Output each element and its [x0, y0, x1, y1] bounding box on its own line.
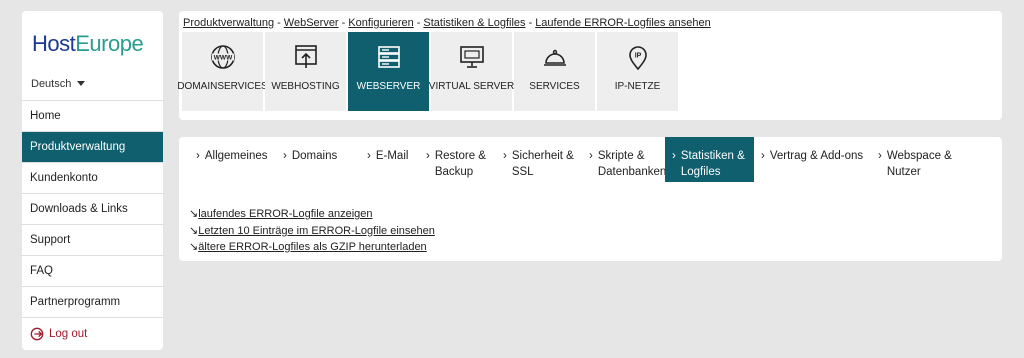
tile-virtual-server[interactable]: VIRTUAL SERVER: [428, 32, 515, 111]
tab-restore-backup[interactable]: › Restore & Backup: [419, 137, 496, 182]
chevron-right-icon: ›: [367, 150, 371, 162]
tile-label: WEBHOSTING: [271, 81, 340, 92]
tile-label: WEBSERVER: [356, 81, 421, 92]
tab-allgemeines[interactable]: › Allgemeines: [189, 137, 276, 182]
tab-label: Domains: [291, 150, 338, 162]
sidebar: Host Europe Deutsch Home Produktverwaltun…: [22, 11, 163, 350]
breadcrumb-webserver[interactable]: WebServer: [284, 17, 339, 29]
config-tabs: › Allgemeines › Domains › E-Mail › Restore &…: [189, 137, 966, 182]
tab-label: Allgemeines: [204, 150, 268, 162]
chevron-right-icon: ›: [196, 150, 200, 162]
tab-webspace-nutzer[interactable]: › Webspace & Nutzer: [871, 137, 966, 182]
sidebar-item-downloads-links[interactable]: Downloads & Links: [22, 194, 163, 225]
chevron-right-icon: ›: [589, 150, 593, 162]
logout-label: Log out: [49, 327, 88, 340]
svg-text:IP: IP: [634, 53, 641, 60]
config-panel: › Allgemeines › Domains › E-Mail › Restore &…: [179, 137, 1002, 261]
svg-text:WWW: WWW: [213, 55, 232, 62]
tile-ip-netze[interactable]: IP IP-NETZE: [597, 32, 678, 111]
breadcrumb-separator: -: [416, 17, 421, 29]
sidebar-item-home[interactable]: Home: [22, 101, 163, 132]
www-globe-icon: WWW: [210, 45, 235, 69]
logout-button[interactable]: Log out: [22, 318, 163, 349]
arrow-down-right-icon: ↘: [189, 208, 199, 220]
breadcrumb-separator: -: [341, 17, 346, 29]
tab-statistiken-logfiles[interactable]: › Statistiken & Logfiles: [665, 137, 754, 182]
tab-domains[interactable]: › Domains: [276, 137, 360, 182]
tile-domainservices[interactable]: WWW DOMAINSERVICES: [177, 32, 268, 111]
tab-label: Statistiken & Logfiles: [680, 150, 745, 178]
tab-label: Webspace & Nutzer: [886, 150, 952, 178]
logo-host-text: Host: [32, 31, 76, 56]
tile-services[interactable]: SERVICES: [514, 32, 595, 111]
ip-location-icon: IP: [628, 46, 647, 71]
language-label: Deutsch: [31, 77, 72, 90]
sidebar-item-support[interactable]: Support: [22, 225, 163, 256]
tab-label: Skripte & Datenbanken: [597, 150, 667, 178]
logo-europe-text: Europe: [75, 31, 144, 56]
tab-vertrag-add-ons[interactable]: › Vertrag & Add-ons: [754, 137, 871, 182]
arrow-down-right-icon: ↘: [189, 224, 199, 237]
tile-label: DOMAINSERVICES: [177, 81, 268, 92]
browser-upload-icon: [294, 45, 317, 68]
link-aeltere-logfiles-gzip[interactable]: ↘ältere ERROR-Logfiles als GZIP herunter…: [189, 239, 435, 256]
tab-sicherheit-ssl[interactable]: › Sicherheit & SSL: [496, 137, 582, 182]
sidebar-item-produktverwaltung[interactable]: Produktverwaltung: [22, 132, 163, 163]
tile-label: IP-NETZE: [614, 81, 661, 92]
server-rack-icon: [377, 46, 400, 68]
sidebar-item-kundenkonto[interactable]: Kundenkonto: [22, 163, 163, 194]
chevron-right-icon: ›: [283, 150, 287, 162]
link-label: ältere ERROR-Logfiles als GZIP herunterl…: [198, 241, 427, 253]
breadcrumb-produktverwaltung[interactable]: Produktverwaltung: [183, 17, 274, 29]
breadcrumb-laufende-error-logfiles[interactable]: Laufende ERROR-Logfiles ansehen: [535, 17, 711, 29]
sidebar-item-faq[interactable]: FAQ: [22, 256, 163, 287]
breadcrumb-separator: -: [528, 17, 533, 29]
service-bell-icon: [543, 49, 566, 66]
product-tiles: WWW DOMAINSERVICES WEBHOSTING WEBSERVER …: [177, 32, 678, 111]
breadcrumb-statistiken-logfiles[interactable]: Statistiken & Logfiles: [423, 17, 525, 29]
language-select[interactable]: Deutsch: [22, 67, 163, 101]
host-europe-logo[interactable]: Host Europe: [22, 11, 163, 67]
tile-label: VIRTUAL SERVER: [428, 81, 515, 92]
chevron-right-icon: ›: [672, 150, 676, 162]
sidebar-item-partnerprogramm[interactable]: Partnerprogramm: [22, 287, 163, 318]
link-label: Letzten 10 Einträge im ERROR-Logfile ein…: [198, 224, 435, 237]
link-letzte-10-eintraege[interactable]: ↘Letzten 10 Einträge im ERROR-Logfile ei…: [189, 223, 435, 240]
breadcrumb: Produktverwaltung - WebServer - Konfiguriere…: [183, 17, 711, 29]
link-error-logfile-anzeigen[interactable]: ↘laufendes ERROR-Logfile anzeigen: [189, 206, 435, 223]
arrow-down-right-icon: ↘: [189, 241, 199, 253]
tab-skripte-datenbanken[interactable]: › Skripte & Datenbanken: [582, 137, 667, 182]
tab-label: Vertrag & Add-ons: [769, 150, 864, 162]
tab-label: Restore & Backup: [434, 150, 486, 178]
tile-label: SERVICES: [529, 81, 580, 92]
breadcrumb-konfigurieren[interactable]: Konfigurieren: [348, 17, 413, 29]
caret-down-icon: [77, 81, 86, 86]
tab-label: Sicherheit & SSL: [511, 150, 574, 178]
breadcrumb-separator: -: [277, 17, 281, 29]
monitor-icon: [459, 46, 484, 68]
tab-e-mail[interactable]: › E-Mail: [360, 137, 419, 182]
logfile-links: ↘laufendes ERROR-Logfile anzeigen ↘Letzt…: [189, 206, 435, 256]
chevron-right-icon: ›: [761, 150, 765, 162]
tile-webhosting[interactable]: WEBHOSTING: [265, 32, 346, 111]
chevron-right-icon: ›: [878, 150, 882, 162]
chevron-right-icon: ›: [426, 150, 430, 162]
chevron-right-icon: ›: [503, 150, 507, 162]
link-label: laufendes ERROR-Logfile anzeigen: [198, 208, 373, 220]
logout-icon: [30, 327, 44, 340]
tab-label: E-Mail: [375, 150, 409, 162]
tile-webserver[interactable]: WEBSERVER: [348, 32, 429, 111]
product-navigation-panel: Produktverwaltung - WebServer - Konfiguriere…: [177, 11, 1002, 120]
